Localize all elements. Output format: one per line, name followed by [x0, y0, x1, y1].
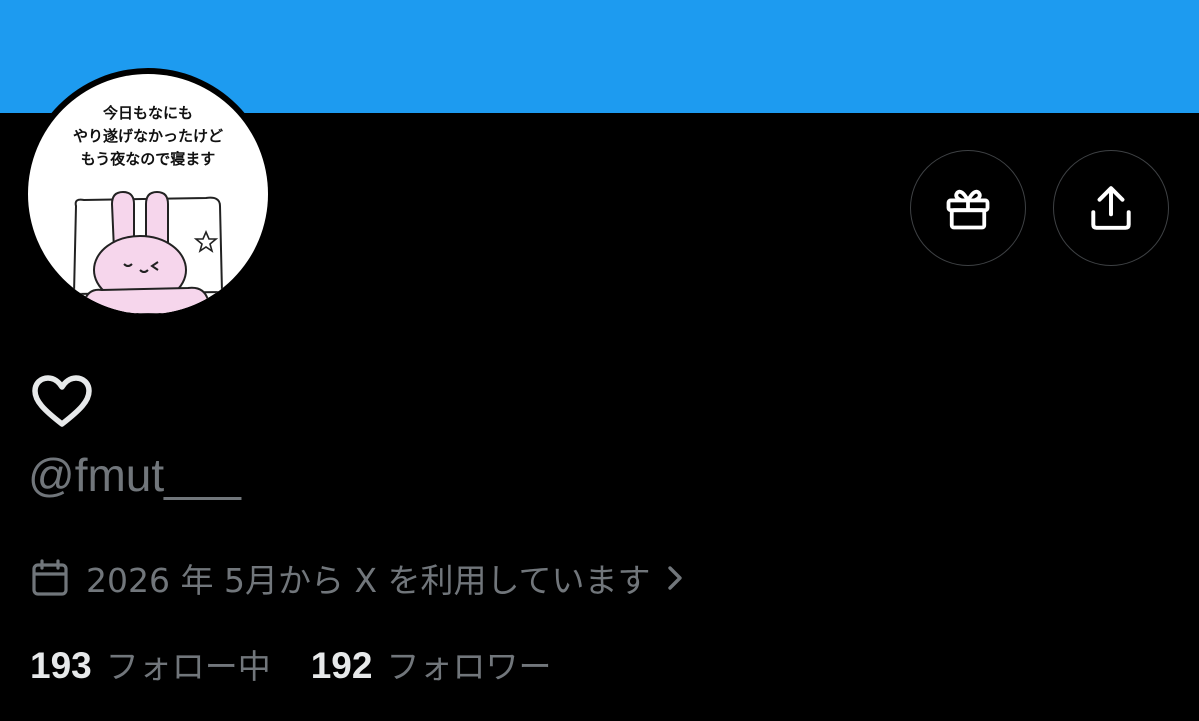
following-link[interactable]: 193 フォロー中	[30, 640, 271, 688]
followers-link[interactable]: 192 フォロワー	[311, 640, 552, 688]
avatar-caption-line: もう夜なので寝ます	[80, 150, 216, 168]
avatar[interactable]: 今日もなにも やり遂げなかったけど もう夜なので寝ます	[28, 74, 268, 314]
avatar-caption-line: 今日もなにも	[102, 104, 193, 122]
chevron-right-icon	[667, 566, 682, 590]
share-button[interactable]	[1053, 150, 1169, 266]
followers-label: フォロワー	[386, 647, 552, 686]
heart-icon[interactable]	[30, 374, 94, 430]
calendar-icon	[32, 559, 68, 596]
joined-date-row[interactable]: 2026 年 5月から X を利用しています	[30, 552, 685, 604]
avatar-caption-line: やり遂げなかったけど	[72, 127, 223, 145]
followers-count: 192	[310, 645, 373, 686]
gift-icon	[946, 189, 990, 230]
share-icon	[1091, 186, 1131, 230]
gift-button[interactable]	[910, 150, 1026, 266]
joined-date-text: 2026 年 5月から X を利用しています	[86, 561, 651, 600]
follow-stats: 193 フォロー中 192 フォロワー	[30, 640, 551, 688]
profile-handle: @fmut___	[28, 449, 241, 501]
following-count: 193	[30, 645, 92, 686]
avatar-caption: 今日もなにも やり遂げなかったけど もう夜なので寝ます	[28, 102, 268, 171]
following-label: フォロー中	[105, 647, 271, 686]
